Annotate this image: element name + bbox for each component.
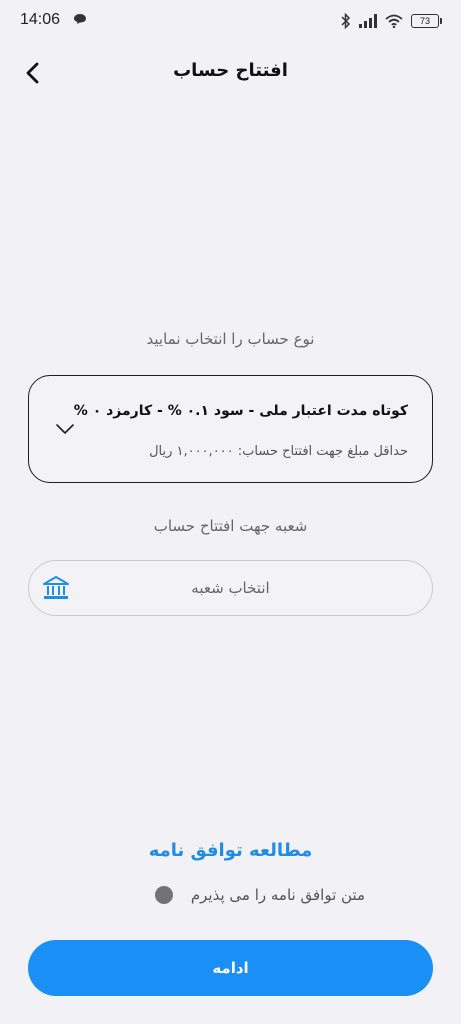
account-type-select[interactable]: کوتاه مدت اعتبار ملی - سود ۰.۱ % - کارمز… <box>28 375 433 483</box>
agreement-link[interactable]: مطالعه توافق نامه <box>0 840 461 861</box>
bluetooth-icon <box>341 13 351 29</box>
accept-agreement-row[interactable]: متن توافق نامه را می پذیرم <box>154 886 365 904</box>
signal-icon <box>359 14 377 28</box>
accept-agreement-label: متن توافق نامه را می پذیرم <box>190 886 365 904</box>
branch-select[interactable]: انتخاب شعبه <box>28 560 433 616</box>
branch-placeholder: انتخاب شعبه <box>191 579 270 597</box>
branch-label: شعبه جهت افتتاح حساب <box>153 517 308 535</box>
page-title: افتتاح حساب <box>173 60 288 81</box>
message-icon <box>74 14 86 24</box>
account-min-amount: حداقل مبلغ جهت افتتاح حساب: ۱,۰۰۰,۰۰۰ ری… <box>149 444 408 459</box>
account-type-title: کوتاه مدت اعتبار ملی - سود ۰.۱ % - کارمز… <box>73 403 408 419</box>
accept-agreement-radio[interactable] <box>154 886 173 904</box>
bank-icon <box>43 576 69 599</box>
battery-icon: 73 <box>411 14 442 28</box>
chevron-down-icon <box>56 424 74 434</box>
status-time: 14:06 <box>20 11 61 28</box>
wifi-icon <box>385 14 403 28</box>
status-icons: 73 <box>341 11 442 31</box>
continue-button[interactable]: ادامه <box>28 940 433 996</box>
account-type-label: نوع حساب را انتخاب نمایید <box>146 330 315 348</box>
